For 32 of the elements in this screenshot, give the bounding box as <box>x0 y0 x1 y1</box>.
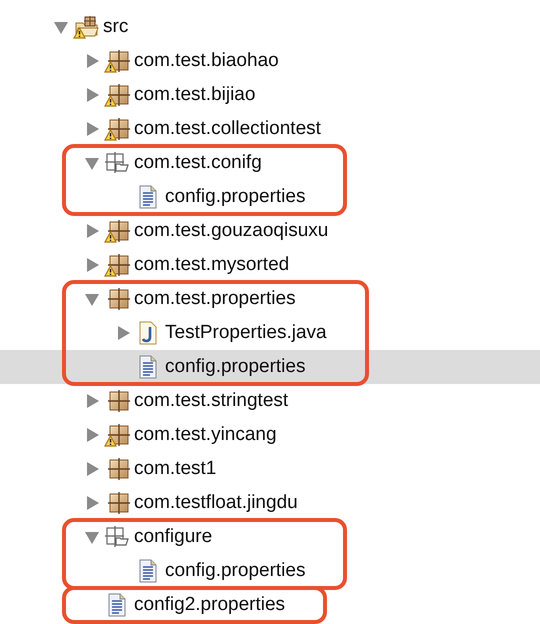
tree-item[interactable]: TestProperties.java <box>64 316 327 350</box>
tree-item[interactable]: com.test.yincang <box>0 418 540 452</box>
tree-item[interactable]: config2.properties <box>64 588 286 622</box>
tree-item[interactable]: com.test.collectiontest <box>0 112 540 146</box>
tree-item[interactable]: com.test.conifg <box>64 146 306 180</box>
tree-item[interactable]: com.test.mysorted <box>0 248 540 282</box>
expand-arrow-icon[interactable] <box>84 121 100 137</box>
tree-item[interactable]: com.test.biaohao <box>0 44 540 78</box>
collapse-arrow-icon[interactable] <box>84 155 100 171</box>
tree-item[interactable]: configure <box>64 520 306 554</box>
tree-item[interactable]: config.properties <box>64 554 306 588</box>
expand-arrow-icon[interactable] <box>84 427 100 443</box>
tree-item[interactable]: com.test.bijiao <box>0 78 540 112</box>
collapse-arrow-icon[interactable] <box>84 291 100 307</box>
expand-arrow-icon[interactable] <box>84 495 100 511</box>
tree-item[interactable]: config.properties <box>64 350 327 384</box>
expand-arrow-icon[interactable] <box>84 87 100 103</box>
tree-item[interactable]: com.test.properties <box>64 282 327 316</box>
tree-item[interactable]: com.testfloat.jingdu <box>0 486 540 520</box>
expand-arrow-icon[interactable] <box>84 53 100 69</box>
collapse-arrow-icon[interactable] <box>84 529 100 545</box>
expand-arrow-icon[interactable] <box>84 223 100 239</box>
expand-arrow-icon[interactable] <box>84 393 100 409</box>
tree-item[interactable]: com.test.gouzaoqisuxu <box>0 214 540 248</box>
expand-arrow-icon[interactable] <box>115 325 131 341</box>
collapse-arrow-icon[interactable] <box>53 19 69 35</box>
expand-arrow-icon[interactable] <box>84 257 100 273</box>
tree-item[interactable]: config.properties <box>64 180 306 214</box>
tree-item[interactable]: src <box>0 10 540 44</box>
tree-item[interactable]: com.test.stringtest <box>0 384 540 418</box>
tree-item[interactable]: com.test1 <box>0 452 540 486</box>
expand-arrow-icon[interactable] <box>84 461 100 477</box>
